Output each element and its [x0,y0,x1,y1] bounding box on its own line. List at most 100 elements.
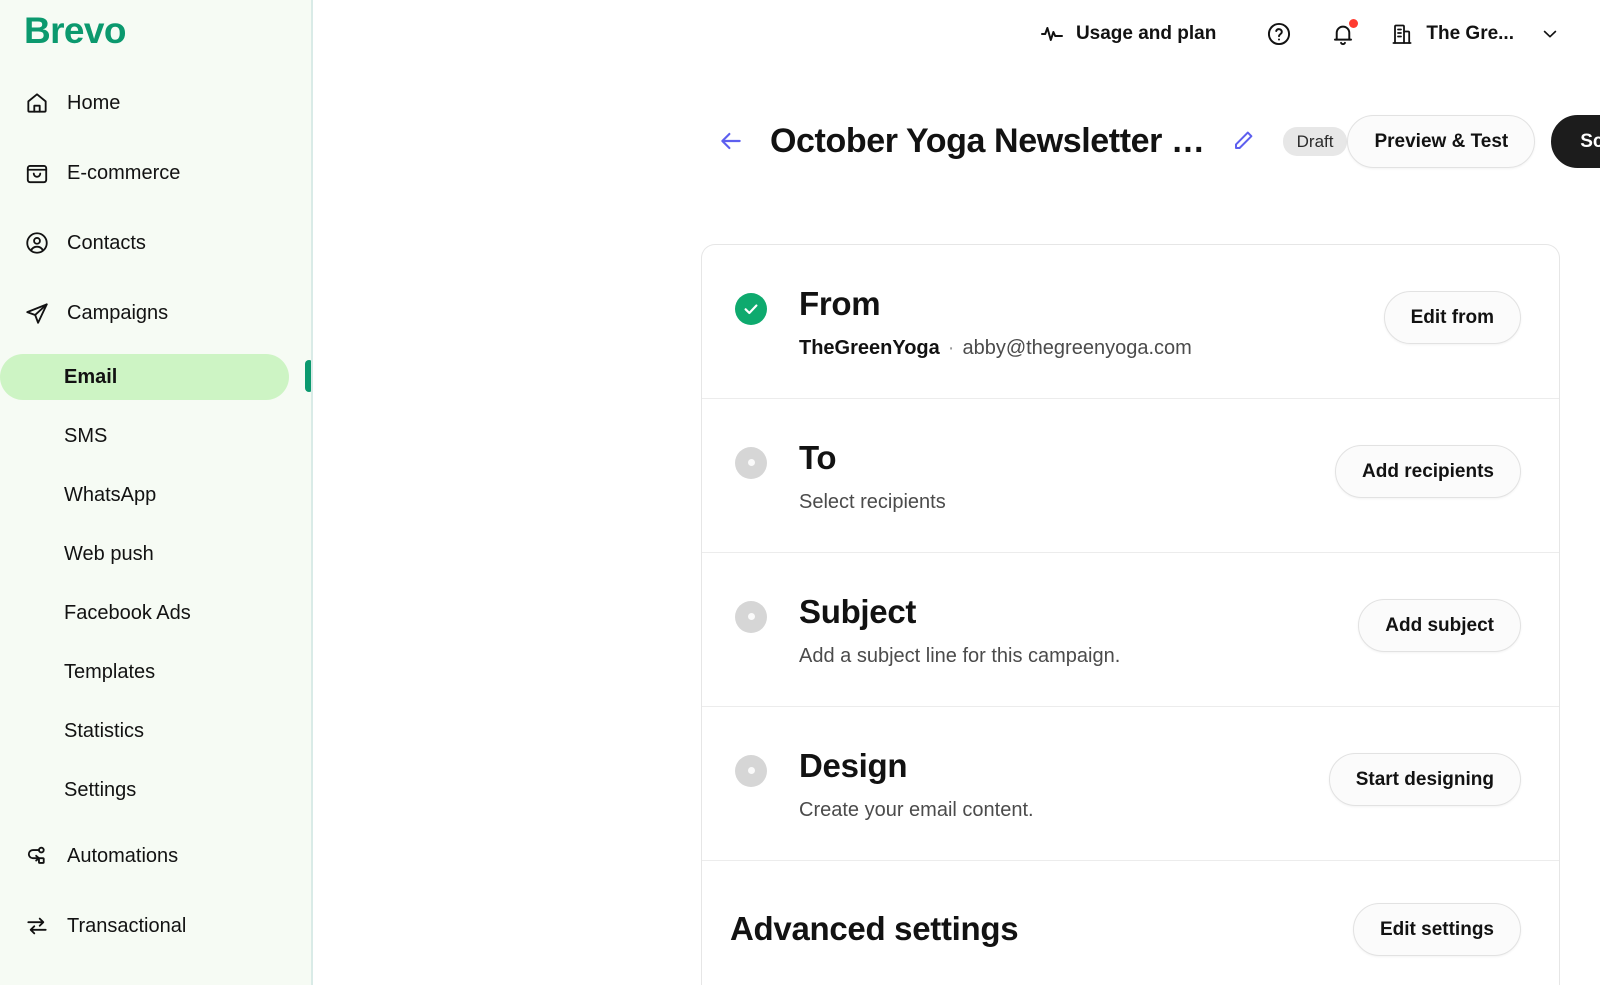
preview-and-test-button[interactable]: Preview & Test [1347,114,1536,168]
section-advanced-settings: Advanced settings Edit settings [702,861,1559,985]
sidebar-item-label: Automations [67,844,179,867]
automation-icon [24,843,50,869]
schedule-button[interactable]: Schedule [1551,114,1600,168]
sidebar-item-label: Templates [64,660,156,683]
paper-plane-icon [24,300,50,326]
section-title: Design [799,746,908,784]
sidebar-item-statistics[interactable]: Statistics [0,708,289,754]
sidebar-item-contacts[interactable]: Contacts [0,220,311,266]
page-title: October Yoga Newsletter … [770,121,1205,160]
home-icon [24,90,50,116]
section-body: To Select recipients [799,439,1335,514]
add-subject-button[interactable]: Add subject [1358,598,1521,652]
sidebar-item-sms[interactable]: SMS [0,413,289,459]
building-icon [1390,22,1414,46]
section-body: Subject Add a subject line for this camp… [799,593,1358,668]
sidebar-item-ecommerce[interactable]: E-commerce [0,150,311,196]
pencil-icon [1231,129,1255,153]
pending-dot-icon [735,600,767,633]
sidebar-item-label: SMS [64,424,108,447]
sidebar-item-whatsapp[interactable]: WhatsApp [0,472,289,518]
section-body: Design Create your email content. [799,747,1329,822]
add-recipients-button[interactable]: Add recipients [1335,444,1521,498]
sender-email: abby@thegreenyoga.com [962,336,1192,359]
usage-and-plan-button[interactable]: Usage and plan [1040,22,1216,46]
section-action: Add recipients [1335,439,1521,498]
start-designing-button[interactable]: Start designing [1328,752,1521,806]
section-title: To [799,438,837,476]
sidebar-item-label: Facebook Ads [64,601,191,624]
sidebar-item-automations[interactable]: Automations [0,833,311,879]
sidebar-item-home[interactable]: Home [0,80,311,126]
campaign-setup-card: From TheGreenYoga · abby@thegreenyoga.com … [701,244,1560,985]
section-description: Add a subject line for this campaign. [799,644,1121,667]
help-circle-icon [1266,21,1292,47]
app-root: Brevo Home E-commerce Contacts Campaigns… [0,0,1600,985]
sidebar-item-settings[interactable]: Settings [0,767,289,813]
chevron-down-icon [1526,24,1560,44]
sidebar-item-label: Campaigns [67,301,169,324]
secondary-nav: Automations Transactional [0,833,311,949]
edit-title-button[interactable] [1231,127,1255,155]
primary-nav: Home E-commerce Contacts Campaigns Email… [0,80,311,949]
section-design: Design Create your email content. Start … [702,707,1559,861]
section-title: From [799,285,881,322]
sidebar: Brevo Home E-commerce Contacts Campaigns… [0,0,313,985]
arrow-left-icon [718,128,744,154]
section-action: Edit settings [1352,902,1521,956]
section-description: Select recipients [799,490,946,513]
help-button[interactable] [1262,17,1296,51]
sidebar-item-label: Statistics [64,719,145,742]
section-from: From TheGreenYoga · abby@thegreenyoga.com … [702,245,1559,399]
sidebar-item-label: Settings [64,778,137,801]
section-title: Subject [799,592,917,630]
check-circle-icon [735,293,767,325]
section-body: From TheGreenYoga · abby@thegreenyoga.com [799,285,1384,360]
status-badge: Draft [1282,126,1348,156]
account-name: The Gre... [1426,23,1514,44]
pending-dot-icon [735,754,767,787]
header-actions: Preview & Test Schedule [1347,114,1600,168]
sidebar-item-label: Contacts [67,231,146,254]
advanced-settings-title: Advanced settings [730,910,1019,948]
sidebar-item-web-push[interactable]: Web push [0,531,289,577]
sidebar-item-campaigns[interactable]: Campaigns [0,290,311,336]
sidebar-item-transactional[interactable]: Transactional [0,903,311,949]
sidebar-item-facebook-ads[interactable]: Facebook Ads [0,590,289,636]
edit-from-button[interactable]: Edit from [1383,291,1521,344]
active-nav-indicator [305,360,311,392]
section-to: To Select recipients Add recipients [702,399,1559,553]
sidebar-item-label: Home [67,91,121,114]
top-bar: Usage and plan The Gre... [313,0,1600,68]
from-details: TheGreenYoga · abby@thegreenyoga.com [799,337,1384,360]
user-circle-icon [24,230,50,256]
brevo-logo[interactable]: Brevo [0,0,311,54]
sidebar-item-label: Transactional [67,914,187,937]
sidebar-item-label: Email [64,365,118,388]
pending-dot-icon [735,446,767,479]
shopping-bag-icon [24,160,50,186]
section-subject: Subject Add a subject line for this camp… [702,553,1559,707]
back-button[interactable] [716,126,746,156]
transactional-icon [24,913,50,939]
edit-settings-button[interactable]: Edit settings [1352,902,1521,956]
section-description: Create your email content. [799,798,1034,821]
sidebar-item-templates[interactable]: Templates [0,649,289,695]
main-content: Usage and plan The Gre... October Yoga N… [313,0,1600,985]
campaigns-subnav: Email SMS WhatsApp Web push Facebook Ads… [0,354,311,813]
sender-name: TheGreenYoga [799,336,940,359]
usage-and-plan-label: Usage and plan [1075,23,1217,44]
separator: · [947,336,955,359]
sidebar-item-label: E-commerce [67,161,181,184]
section-action: Edit from [1383,285,1521,344]
account-switcher[interactable]: The Gre... [1390,22,1560,46]
section-action: Add subject [1358,593,1521,652]
pulse-icon [1040,22,1064,46]
sidebar-item-label: WhatsApp [64,483,157,506]
sidebar-item-label: Web push [64,542,154,565]
sidebar-item-email[interactable]: Email [0,354,289,400]
section-action: Start designing [1328,747,1521,806]
notifications-button[interactable] [1326,17,1360,51]
notification-dot [1349,19,1359,28]
page-header: October Yoga Newsletter … Draft Preview … [313,110,1600,172]
